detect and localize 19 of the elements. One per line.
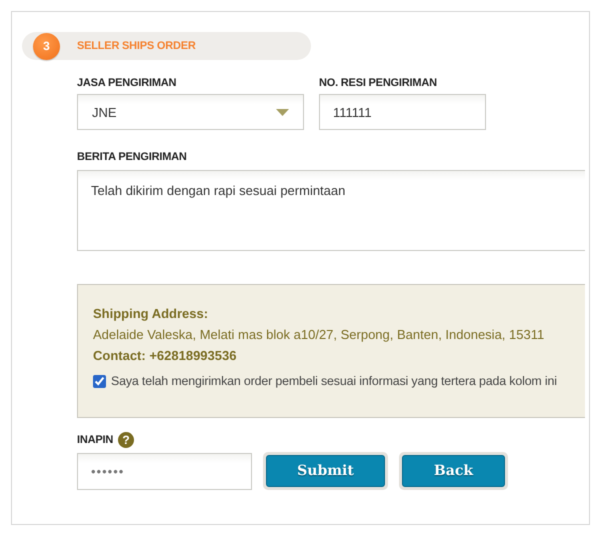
message-field[interactable]: Telah dikirim dengan rapi sesuai permintaan [77,170,585,251]
address-heading: Shipping Address: [93,305,210,323]
pin-field[interactable]: •••••• [77,452,252,490]
help-icon[interactable]: ? [118,432,134,448]
step-title: SELLER SHIPS ORDER [77,40,196,52]
courier-dropdown[interactable]: JNE [77,94,304,130]
step-number: 3 [33,32,60,60]
field-label: JASA PENGIRIMAN [77,77,178,89]
field-label: BERITA PENGIRIMAN [77,151,187,163]
field-label: INAPIN [77,434,114,446]
receipt-number-field[interactable]: 111111 [319,94,486,130]
field-label: NO. RESI PENGIRIMAN [319,77,438,89]
confirm-checkbox[interactable] [93,374,106,388]
back-button[interactable]: Back [402,455,505,487]
checkbox-label: Saya telah mengirimkan order pembeli sesuai informasi yang tertera pada kolom ini [111,374,557,388]
submit-button[interactable]: Submit [266,455,385,487]
address-text: Adelaide Valeska, Melati mas blok a10/27, Serpong, Banten, Indonesia, 15311 [93,326,546,344]
caret-icon [276,108,289,116]
contact-text: Contact: +62818993536 [93,347,238,365]
